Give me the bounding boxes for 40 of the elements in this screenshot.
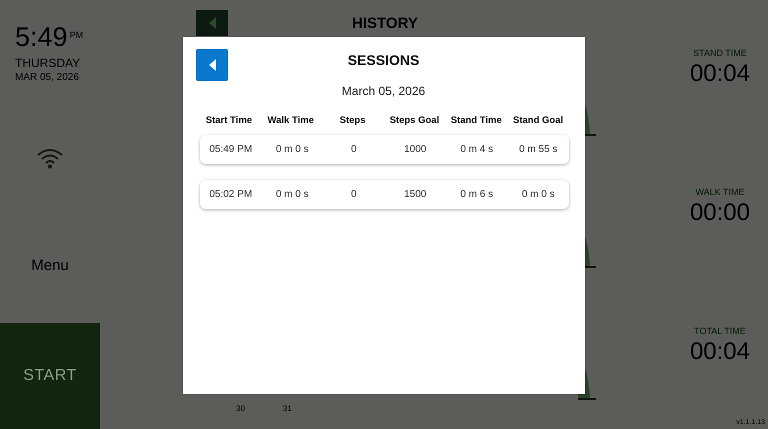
stat-label: TOTAL TIME	[694, 326, 746, 336]
stat-label: STAND TIME	[693, 48, 747, 58]
session-row[interactable]: 05:02 PM 0 m 0 s 0 1500 0 m 6 s 0 m 0 s	[200, 180, 569, 209]
stat-value: 00:04	[690, 338, 750, 366]
table-cell-text: 0 m 0 s	[274, 189, 310, 200]
start-button[interactable]: START	[0, 323, 100, 429]
column-header: Steps	[338, 115, 366, 126]
clock-meridiem: PM	[70, 30, 84, 40]
weekday-label: THURSDAY	[15, 56, 80, 70]
table-cell-text: 0 m 55 s	[518, 144, 558, 155]
table-cell-text: 0 m 4 s	[459, 144, 494, 155]
wifi-icon	[36, 147, 64, 169]
table-cell-text: 0 m 0 s	[274, 144, 310, 155]
column-header: Stand Time	[450, 115, 503, 126]
stat-value: 00:00	[690, 199, 750, 227]
table-cell-text: 0 m 0 s	[520, 189, 556, 200]
session-date: March 05, 2026	[342, 84, 426, 98]
history-title: HISTORY	[352, 14, 418, 32]
table-cell-text: 05:49 PM	[208, 144, 254, 155]
stat-label: WALK TIME	[695, 187, 744, 197]
column-header: Start Time	[204, 115, 254, 126]
stat-value: 00:04	[690, 60, 750, 88]
clock-time: 5:49	[15, 22, 68, 52]
dialog-title: SESSIONS	[346, 52, 420, 68]
axis-label: 31	[282, 404, 292, 413]
column-header: Stand Goal	[512, 115, 564, 126]
table-cell-text: 0	[350, 189, 358, 200]
column-header: Steps Goal	[388, 115, 440, 126]
table-cell-text: 0 m 6 s	[459, 189, 494, 200]
caret-icon	[208, 17, 216, 29]
table-cell-text: 1500	[403, 189, 428, 200]
session-row[interactable]: 05:49 PM 0 m 0 s 0 1000 0 m 4 s 0 m 55 s	[200, 135, 569, 164]
back-button[interactable]	[196, 49, 228, 81]
column-header: Walk Time	[266, 115, 315, 126]
caret-icon	[208, 59, 216, 71]
axis-label: 30	[236, 404, 245, 413]
date-label: MAR 05, 2026	[15, 72, 79, 83]
table-cell-text: 05:02 PM	[208, 189, 254, 200]
table-cell-text: 1000	[403, 144, 428, 155]
table-cell-text: 0	[350, 144, 358, 155]
